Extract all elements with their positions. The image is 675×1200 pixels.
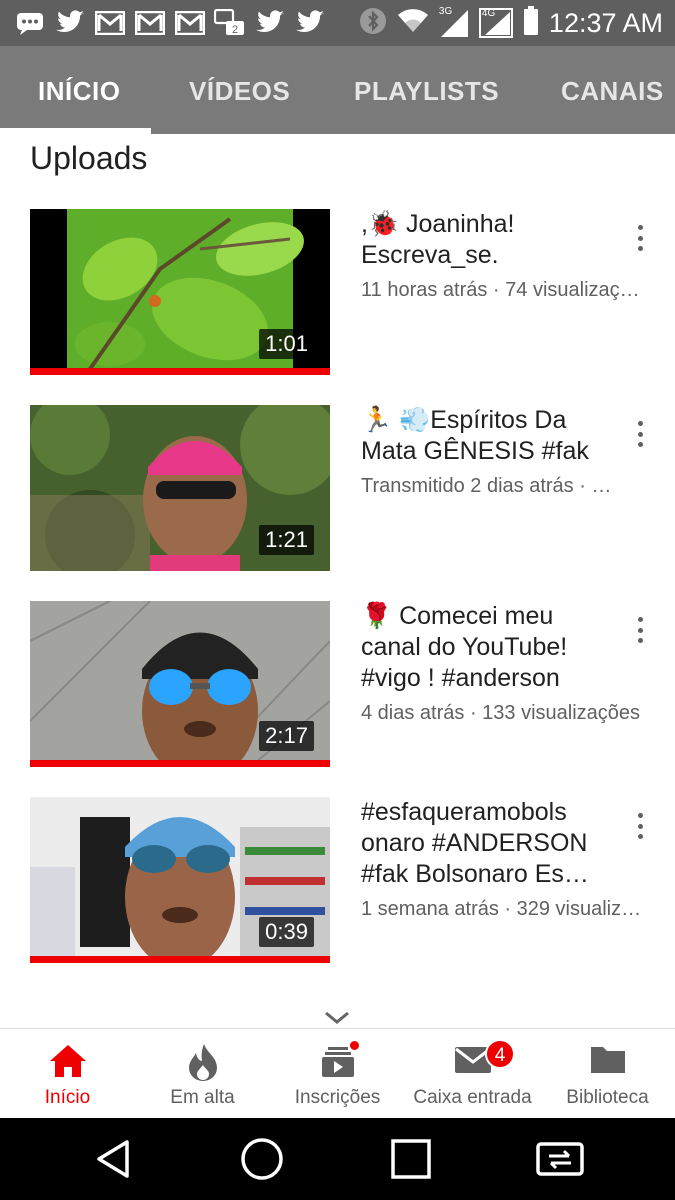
video-title[interactable]: 🌹 Comecei meu canal do YouTube! #vigo ! … [361, 601, 621, 694]
video-thumbnail[interactable]: 1:01 [30, 209, 330, 375]
watch-progress-bar [30, 956, 330, 963]
chat-icon [14, 8, 46, 38]
video-title[interactable]: ,🐞 Joaninha! Escreva_se. [361, 209, 621, 271]
back-icon[interactable] [84, 1134, 144, 1184]
mail-icon [405, 1043, 540, 1079]
svg-text:2: 2 [232, 24, 238, 36]
status-bar: 2 3G 4G 12:37 AM [0, 0, 675, 46]
signal-4g-icon: 4G [478, 8, 513, 38]
nav-inscricoes[interactable]: Inscrições [270, 1029, 405, 1119]
bluetooth-icon [359, 7, 387, 40]
video-thumbnail[interactable]: 0:39 [30, 797, 330, 963]
more-options-icon[interactable] [630, 811, 650, 841]
video-duration: 0:39 [259, 917, 314, 947]
battery-icon [523, 5, 539, 41]
section-title: Uploads [30, 140, 148, 176]
unread-badge: 4 [485, 1039, 515, 1069]
notification-icons: 2 [14, 6, 326, 40]
active-tab-indicator [0, 128, 151, 134]
gmail-icon [134, 8, 166, 38]
more-options-icon[interactable] [630, 615, 650, 645]
video-duration: 1:21 [259, 525, 314, 555]
watch-progress-bar [30, 368, 330, 375]
video-meta: Transmitido 2 dias atrás · … [361, 475, 612, 497]
video-title[interactable]: 🏃 💨Espíritos Da Mata GÊNESIS #fak [361, 405, 621, 467]
home-icon [0, 1043, 135, 1079]
more-options-icon[interactable] [630, 223, 650, 253]
twitter-icon [254, 8, 286, 38]
twitter-icon [54, 8, 86, 38]
system-status: 3G 4G 12:37 AM [359, 5, 663, 41]
watch-progress-bar [30, 760, 330, 767]
nav-biblioteca[interactable]: Biblioteca [540, 1029, 675, 1119]
gmail-icon [94, 8, 126, 38]
video-item[interactable]: 2:17 🌹 Comecei meu canal do YouTube! #vi… [0, 601, 675, 771]
recents-icon[interactable] [381, 1134, 441, 1184]
folder-icon [540, 1043, 675, 1079]
clock: 12:37 AM [548, 7, 663, 38]
voicemail-icon: 2 [214, 8, 246, 38]
video-meta: 1 semana atrás · 329 visualizações [361, 898, 646, 920]
gmail-icon [174, 8, 206, 38]
twitter-icon [294, 8, 326, 38]
subscriptions-icon [270, 1043, 405, 1079]
flame-icon [135, 1043, 270, 1081]
switch-sim-icon[interactable] [530, 1134, 590, 1184]
bottom-navigation: Início Em alta Inscrições 4 Caixa entrad… [0, 1028, 675, 1118]
more-options-icon[interactable] [630, 419, 650, 449]
nav-em-alta[interactable]: Em alta [135, 1029, 270, 1119]
tab-playlists[interactable]: PLAYLISTS [354, 46, 499, 134]
nav-caixa-entrada[interactable]: 4 Caixa entrada [405, 1029, 540, 1119]
home-circle-icon[interactable] [232, 1134, 292, 1184]
video-item[interactable]: 1:01 ,🐞 Joaninha! Escreva_se. 11 horas a… [0, 209, 675, 379]
wifi-icon [397, 8, 429, 39]
video-duration: 2:17 [259, 721, 314, 751]
video-meta: 4 dias atrás · 133 visualizações [361, 702, 641, 724]
signal-3g-icon: 3G [439, 6, 469, 38]
tab-inicio[interactable]: INÍCIO [38, 46, 120, 134]
video-thumbnail[interactable]: 1:21 [30, 405, 330, 571]
video-item[interactable]: 0:39 #esfaqueramobols onaro #ANDERSON #f… [0, 797, 675, 967]
video-thumbnail[interactable]: 2:17 [30, 601, 330, 767]
video-title[interactable]: #esfaqueramobols onaro #ANDERSON #fak Bo… [361, 797, 621, 890]
video-duration: 1:01 [259, 329, 314, 359]
system-navigation-bar [0, 1118, 675, 1200]
video-meta: 11 horas atrás · 74 visualizações [361, 279, 646, 301]
video-item[interactable]: 1:21 🏃 💨Espíritos Da Mata GÊNESIS #fak T… [0, 405, 675, 575]
tab-videos[interactable]: VÍDEOS [189, 46, 290, 134]
nav-inicio[interactable]: Início [0, 1029, 135, 1119]
channel-tab-bar: INÍCIO VÍDEOS PLAYLISTS CANAIS [0, 46, 675, 134]
notification-dot [348, 1039, 361, 1052]
tab-canais[interactable]: CANAIS [561, 46, 664, 134]
